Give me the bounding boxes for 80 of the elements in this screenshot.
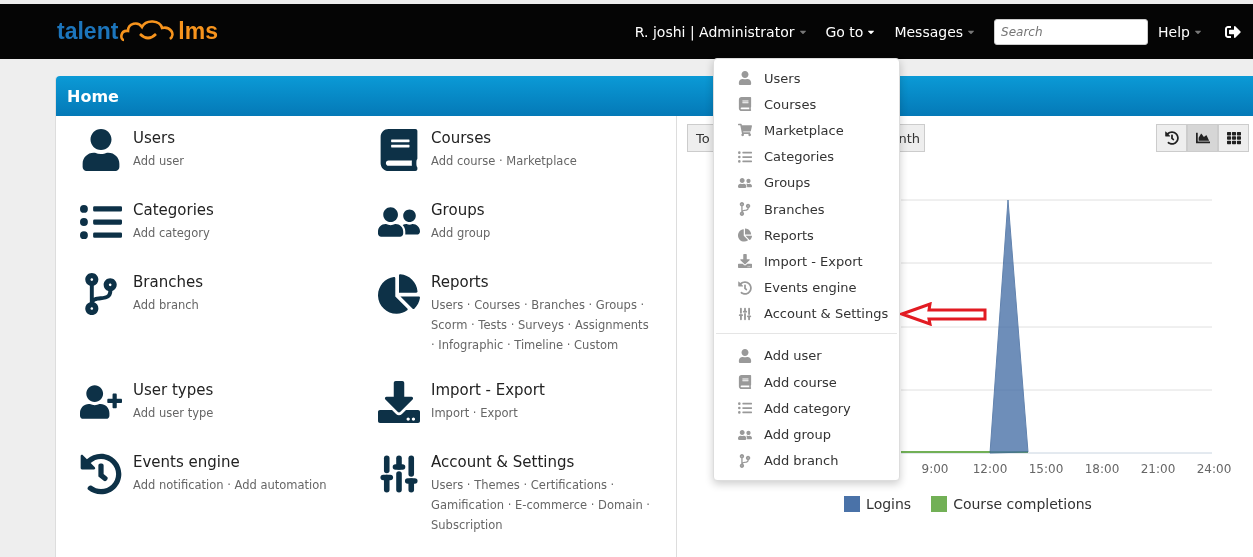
menu-item[interactable]: Reports: [714, 222, 899, 249]
branch-icon: [738, 453, 752, 468]
section-links[interactable]: Users · Themes · Certifications · Gamification · E-commerce · Domain · Subscription: [431, 475, 653, 535]
book-icon[interactable]: [378, 129, 420, 171]
nav-menu[interactable]: R. joshi | Administrator: [634, 23, 808, 40]
book-icon: [738, 97, 752, 112]
section-links[interactable]: Add branch: [133, 295, 203, 315]
history-icon[interactable]: [80, 453, 122, 495]
list-icon: [738, 401, 752, 416]
menu-item[interactable]: Account & Settings: [714, 300, 899, 327]
users-icon: [738, 427, 752, 442]
section-links[interactable]: Add group: [431, 223, 491, 243]
axis-label: 21:00: [1140, 462, 1176, 476]
axis-label: 15:00: [1028, 462, 1064, 476]
nav-menu[interactable]: Go to: [825, 23, 877, 40]
section-links[interactable]: Add user: [133, 151, 184, 171]
axis-label: 24:00: [1196, 462, 1232, 476]
menu-item[interactable]: Groups: [714, 169, 899, 196]
section-title[interactable]: User types: [133, 381, 214, 399]
section-title[interactable]: Branches: [133, 273, 203, 291]
section-title[interactable]: Import - Export: [431, 381, 545, 399]
section-links[interactable]: Users · Courses · Branches · Groups · Scorm · Tests · Surveys · Assignments · Infographic · Timeline · Custom: [431, 295, 653, 355]
user-icon: [738, 71, 752, 86]
logout-icon[interactable]: [1225, 23, 1241, 40]
grid-icon: [1226, 131, 1241, 145]
cart-icon: [738, 123, 752, 138]
section-links[interactable]: Import · Export: [431, 403, 545, 423]
pie-chart-icon[interactable]: [378, 273, 420, 315]
history-icon: [1164, 131, 1179, 145]
nav-menu[interactable]: Messages: [894, 23, 977, 40]
view-button[interactable]: [1187, 124, 1218, 152]
menu-item[interactable]: Add course: [714, 369, 899, 396]
axis-label: 9:00: [921, 462, 949, 476]
axis-label: 18:00: [1084, 462, 1120, 476]
menu-item[interactable]: Add branch: [714, 447, 899, 474]
area-chart-icon: [1195, 131, 1210, 145]
help-menu[interactable]: Help: [1158, 23, 1203, 40]
user-icon: [738, 348, 752, 363]
logo-text: talent: [57, 18, 119, 45]
menu-item[interactable]: Branches: [714, 195, 899, 223]
search-field[interactable]: Search: [994, 18, 1149, 45]
section-title[interactable]: Account & Settings: [431, 453, 653, 471]
section-title[interactable]: Events engine: [133, 453, 327, 471]
menu-item[interactable]: Categories: [714, 143, 899, 170]
book-icon: [738, 375, 752, 390]
sliders-icon: [738, 306, 752, 321]
menu-item[interactable]: Courses: [714, 91, 899, 118]
view-button[interactable]: [1218, 124, 1249, 152]
section-links[interactable]: Add course · Marketplace: [431, 151, 577, 171]
menu-item[interactable]: Import - Export: [714, 248, 899, 275]
section-title[interactable]: Users: [133, 129, 184, 147]
legend-label: Course completions: [953, 496, 1092, 512]
download-icon: [738, 254, 752, 269]
menu-item[interactable]: Add category: [714, 395, 899, 422]
section-links[interactable]: Add category: [133, 223, 214, 243]
menu-item[interactable]: Marketplace: [714, 117, 899, 144]
users-icon: [738, 175, 752, 190]
menu-item[interactable]: Events engine: [714, 274, 899, 301]
section-links[interactable]: Add notification · Add automation: [133, 475, 327, 495]
history-icon: [738, 280, 752, 295]
section-links[interactable]: Add user type: [133, 403, 214, 423]
section-title[interactable]: Reports: [431, 273, 653, 291]
logo-text: lms: [178, 18, 218, 45]
branch-icon: [738, 202, 752, 217]
panel-title: Home: [67, 86, 119, 106]
axis-label: 12:00: [972, 462, 1008, 476]
menu-item[interactable]: Users: [714, 65, 899, 92]
sliders-icon[interactable]: [378, 453, 420, 495]
section-title[interactable]: Categories: [133, 201, 214, 219]
legend-label: Logins: [866, 496, 912, 512]
view-button[interactable]: [1156, 124, 1187, 152]
list-icon: [738, 149, 752, 164]
section-title[interactable]: Courses: [431, 129, 577, 147]
arrow-annotation-icon: [900, 302, 988, 326]
section-title[interactable]: Groups: [431, 201, 491, 219]
download-icon[interactable]: [378, 381, 420, 423]
pie-chart-icon: [738, 228, 752, 243]
menu-item[interactable]: Add group: [714, 421, 899, 448]
user-icon[interactable]: [80, 129, 122, 171]
menu-item[interactable]: Add user: [714, 342, 899, 370]
